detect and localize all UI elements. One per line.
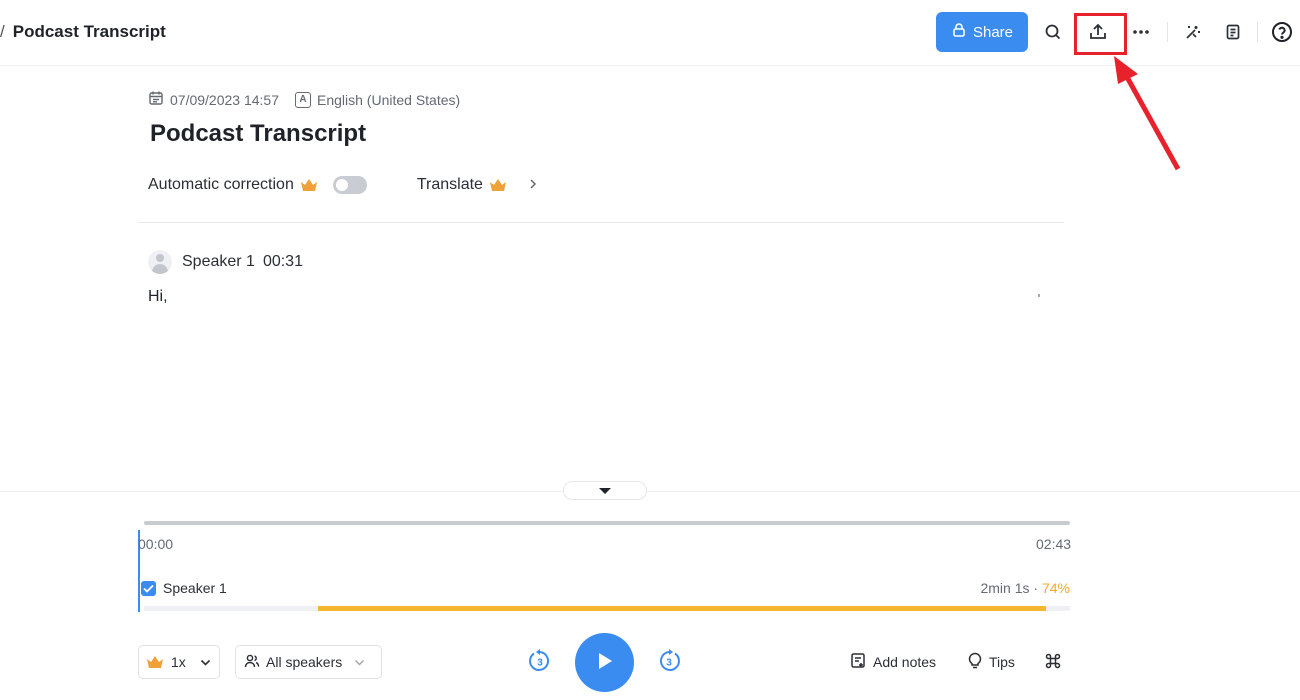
crown-icon — [147, 656, 163, 668]
speaker-stats: 2min 1s · 74% — [980, 580, 1070, 596]
lightbulb-icon — [967, 652, 983, 672]
speaker-name[interactable]: Speaker 1 — [182, 253, 255, 271]
document-language: English (United States) — [317, 91, 461, 108]
breadcrumb: / Podcast Transcript — [0, 22, 166, 42]
users-icon — [244, 653, 260, 672]
transcript-speaker-row: Speaker 1 00:31 — [148, 250, 303, 274]
crown-icon — [489, 179, 506, 191]
add-notes-button[interactable]: Add notes — [850, 652, 936, 672]
speaker-filter-value: All speakers — [266, 654, 343, 670]
more-icon[interactable] — [1128, 18, 1154, 46]
skip-forward-seconds: 3 — [666, 658, 672, 669]
language-icon: A — [295, 91, 311, 108]
command-icon — [1044, 652, 1062, 673]
speaker-talk-track — [144, 606, 1070, 611]
document-meta: 07/09/2023 14:57 A English (United State… — [148, 90, 460, 109]
play-button[interactable] — [575, 633, 634, 692]
crown-icon — [300, 179, 317, 191]
add-notes-label: Add notes — [873, 654, 937, 670]
toolbar-divider — [1257, 22, 1258, 42]
speaker-talk-segment[interactable] — [318, 606, 1046, 611]
document-options: Automatic correction Translate — [148, 176, 538, 194]
skip-back-button[interactable]: 3 — [527, 648, 553, 674]
speaker-percent: 74% — [1041, 580, 1070, 596]
speaker-filter-label: Speaker 1 — [163, 580, 227, 596]
toolbar-divider — [1167, 22, 1168, 42]
transcript-text[interactable]: Hi, — [148, 288, 168, 306]
magic-wand-icon[interactable] — [1180, 18, 1206, 46]
player-divider — [0, 491, 1300, 492]
avatar — [148, 250, 172, 274]
caret-down-icon — [598, 482, 612, 500]
breadcrumb-separator: / — [0, 22, 5, 41]
text-mark — [1038, 294, 1040, 297]
page-title[interactable]: Podcast Transcript — [13, 22, 166, 42]
automatic-correction-toggle[interactable] — [332, 176, 367, 194]
translate-button[interactable]: Translate — [417, 176, 538, 194]
stats-separator: · — [1033, 580, 1039, 596]
time-end: 02:43 — [1036, 536, 1072, 552]
automatic-correction-label: Automatic correction — [148, 176, 294, 193]
chevron-down-icon — [200, 654, 211, 670]
export-highlight-box — [1074, 13, 1127, 55]
share-label: Share — [972, 23, 1014, 41]
translate-label: Translate — [416, 176, 483, 193]
speaker-checkbox[interactable] — [141, 581, 156, 596]
play-icon — [596, 651, 614, 674]
tips-label: Tips — [989, 654, 1015, 670]
skip-forward-button[interactable]: 3 — [656, 648, 682, 674]
speaker-timestamp[interactable]: 00:31 — [263, 253, 303, 271]
notes-icon[interactable] — [1220, 18, 1246, 46]
collapse-player-button[interactable] — [563, 481, 647, 500]
skip-back-seconds: 3 — [537, 658, 543, 669]
forward-3-icon: 3 — [660, 649, 680, 671]
lock-icon — [951, 22, 967, 42]
search-icon[interactable] — [1040, 18, 1066, 46]
playback-speed-value: 1x — [171, 654, 186, 670]
speaker-filter-select[interactable]: All speakers — [235, 645, 382, 679]
add-note-icon — [850, 652, 867, 672]
keyboard-shortcuts-button[interactable] — [1044, 652, 1062, 673]
speaker-duration: 2min 1s — [980, 580, 1030, 596]
time-start: 00:00 — [138, 536, 174, 552]
tips-button[interactable]: Tips — [967, 652, 1015, 672]
red-arrow-annotation — [1114, 56, 1181, 171]
document-datetime: 07/09/2023 14:57 — [170, 91, 279, 108]
share-button[interactable]: Share — [936, 12, 1028, 52]
top-bar: / Podcast Transcript Share — [0, 0, 1300, 66]
timeline-track[interactable] — [144, 521, 1070, 525]
help-icon[interactable] — [1269, 18, 1295, 46]
calendar-icon — [148, 90, 164, 109]
rewind-3-icon: 3 — [529, 649, 549, 671]
playback-speed-select[interactable]: 1x — [138, 645, 220, 679]
content-divider — [138, 222, 1064, 223]
chevron-down-icon — [354, 654, 365, 670]
chevron-right-icon — [528, 177, 538, 193]
document-title[interactable]: Podcast Transcript — [150, 120, 366, 148]
